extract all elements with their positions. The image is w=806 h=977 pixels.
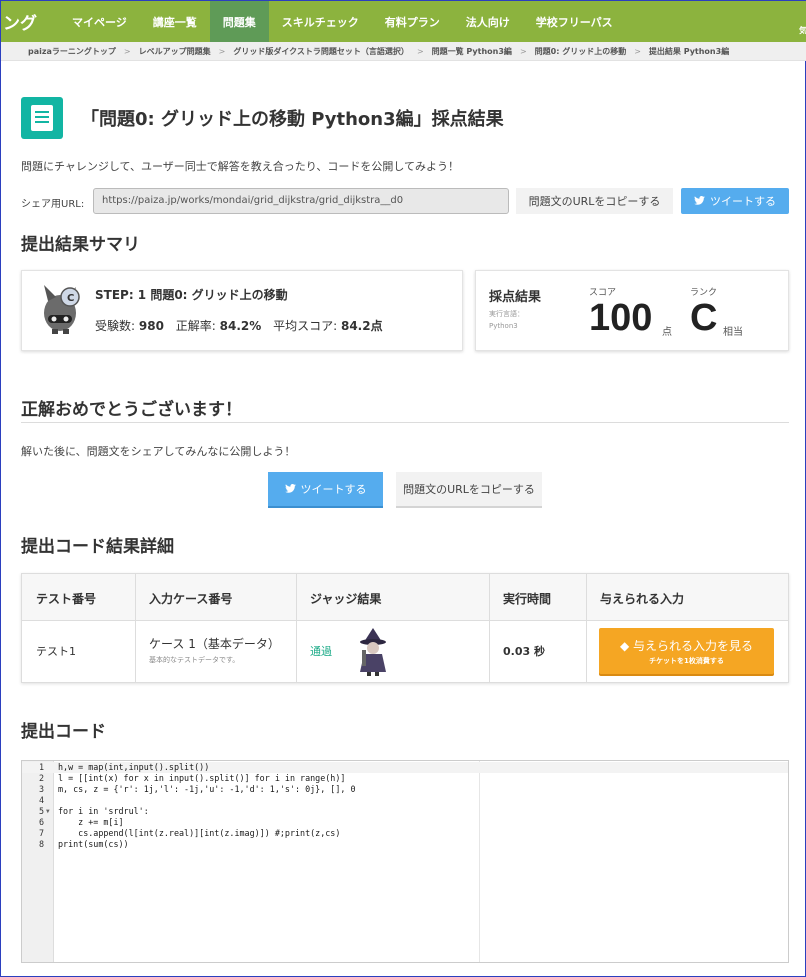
copy-url-button[interactable]: 問題文のURLをコピーする	[516, 188, 673, 214]
view-input-button[interactable]: ◆ 与えられる入力を見る チケットを1枚消費する	[599, 628, 774, 674]
avg-score-label: 平均スコア:	[273, 319, 338, 333]
result-card: 採点結果 実行言語： Python3 スコア 100 点 ランク C 相当	[475, 270, 789, 351]
nav-item-school[interactable]: 学校フリーパス	[523, 1, 626, 42]
nav-item-courses[interactable]: 講座一覧	[140, 1, 210, 42]
result-table: テスト番号 入力ケース番号 ジャッジ結果 実行時間 与えられる入力 テスト1 ケ…	[21, 573, 789, 683]
code-line: 7 cs.append(l[int(z.real)][int(z.imag)])…	[38, 828, 341, 838]
copy-url-label: 問題文のURLをコピーする	[403, 483, 535, 496]
intro-text: 問題にチャレンジして、ユーザー同士で解答を教え合ったり、コードを公開してみよう！	[21, 160, 460, 173]
code-line: 5 ▼ for i in 'srdrul':	[38, 806, 149, 817]
step-title: STEP: 1 問題0: グリッド上の移動	[95, 288, 288, 302]
share-url-field[interactable]: https://paiza.jp/works/mondai/grid_dijks…	[93, 188, 509, 214]
nav-item-skillcheck[interactable]: スキルチェック	[269, 1, 372, 42]
code-line: 6 z += m[i]	[38, 817, 124, 827]
tweet-label: ツイートする	[710, 195, 776, 208]
execution-time: 0.03 秒	[503, 645, 545, 658]
language-label: 実行言語：	[489, 310, 524, 318]
case-number: ケース 1（基本データ）	[149, 637, 280, 651]
breadcrumb-link[interactable]: 問題一覧 Python3編	[432, 46, 512, 57]
column-header-judge: ジャッジ結果	[310, 592, 382, 606]
column-header-time: 実行時間	[503, 592, 552, 606]
character-icon: C	[44, 285, 80, 334]
examinees-label: 受験数:	[95, 319, 136, 333]
column-header-case: 入力ケース番号	[149, 592, 233, 606]
breadcrumb-separator: >	[634, 46, 641, 56]
breadcrumb-separator: >	[519, 46, 527, 56]
divider	[21, 422, 789, 423]
code-line: 2l = [[int(x) for x in input().split()] …	[38, 773, 346, 783]
problem-stats: 受験数: 980 正解率: 84.2% 平均スコア: 84.2点	[95, 317, 383, 334]
language-info: 実行言語： Python3	[489, 308, 524, 332]
tweet-button[interactable]: ツイートする	[681, 188, 789, 214]
breadcrumb-separator: >	[218, 46, 226, 56]
accuracy-label: 正解率:	[175, 319, 216, 333]
top-nav: ング マイページ 講座一覧 問題集 スキルチェック 有料プラン 法人向け 学校フ…	[1, 1, 806, 42]
page-title: 「問題0: グリッド上の移動 Python3編」採点結果	[81, 109, 504, 130]
notebook-icon	[21, 97, 63, 139]
score-unit: 点	[662, 327, 672, 338]
nav-right-text[interactable]: 気	[799, 25, 806, 36]
witch-character-icon	[360, 628, 386, 676]
code-line: 4	[38, 795, 44, 805]
ticket-icon: ◆	[619, 639, 630, 653]
ticket-cost-note: チケットを1枚消費する	[649, 657, 724, 665]
language-value: Python3	[489, 322, 518, 330]
copy-url-button-secondary[interactable]: 問題文のURLをコピーする	[396, 472, 542, 506]
result-title: 採点結果	[489, 290, 542, 305]
examinees-count: 980	[138, 319, 164, 333]
code-heading: 提出コード	[21, 722, 106, 742]
avg-score-value: 84.2点	[340, 319, 383, 333]
nav-item-paid-plan[interactable]: 有料プラン	[372, 1, 453, 42]
code-viewer[interactable]: 1 h,w = map(int,input().split()) 2l = [[i…	[21, 760, 789, 963]
breadcrumb-separator: >	[416, 46, 424, 56]
accuracy-value: 84.2%	[219, 319, 262, 333]
share-url-label: シェア用URL:	[21, 199, 85, 210]
view-input-label: 与えられる入力を見る	[633, 639, 754, 653]
details-heading: 提出コード結果詳細	[21, 537, 174, 557]
breadcrumb-current: 提出結果 Python3編	[648, 46, 730, 56]
test-number: テスト1	[36, 645, 76, 658]
code-line: 3 m, cs, z = {'r': 1j,'l': -1j,'u': -1,'d…	[38, 784, 356, 794]
column-header-input: 与えられる入力	[600, 592, 685, 606]
breadcrumb-link[interactable]: paizaラーニングトップ	[28, 46, 116, 57]
breadcrumb-link[interactable]: グリッド版ダイクストラ問題セット（言語選択）	[233, 46, 409, 57]
rank-unit: 相当	[723, 327, 743, 338]
breadcrumb: paizaラーニングトップ > レベルアップ問題集 > グリッド版ダイクストラ問…	[1, 42, 806, 61]
breadcrumb-link[interactable]: レベルアップ問題集	[139, 46, 211, 57]
twitter-icon	[284, 483, 296, 496]
svg-text:C: C	[67, 293, 74, 304]
step-card: C STEP: 1 問題0: グリッド上の移動 受験数: 980 正解率: 84…	[21, 270, 463, 351]
copy-url-label: 問題文のURLをコピーする	[528, 195, 661, 208]
case-description: 基本的なテストデータです。	[149, 656, 240, 664]
code-line: 8 print(sum(cs))	[38, 839, 129, 849]
code-line: 1 h,w = map(int,input().split())	[22, 762, 788, 773]
summary-heading: 提出結果サマリ	[21, 235, 140, 255]
nav-item-business[interactable]: 法人向け	[453, 1, 523, 42]
breadcrumb-link[interactable]: 問題0: グリッド上の移動	[535, 46, 627, 57]
rank-value: C	[690, 297, 718, 339]
judge-result: 通過	[310, 645, 332, 658]
share-prompt: 解いた後に、問題文をシェアしてみんなに公開しよう！	[21, 445, 296, 458]
nav-item-mypage[interactable]: マイページ	[59, 1, 140, 42]
congrats-heading: 正解おめでとうございます！	[21, 400, 242, 420]
tweet-label: ツイートする	[300, 483, 367, 496]
site-logo[interactable]: ング	[1, 9, 59, 34]
nav-item-problems[interactable]: 問題集	[209, 1, 269, 42]
tweet-button-secondary[interactable]: ツイートする	[268, 472, 383, 506]
fold-arrow-icon[interactable]: ▼	[46, 806, 50, 817]
column-header-test: テスト番号	[36, 592, 97, 606]
twitter-icon	[694, 195, 705, 208]
score-value: 100	[589, 297, 653, 339]
breadcrumb-separator: >	[123, 46, 131, 56]
